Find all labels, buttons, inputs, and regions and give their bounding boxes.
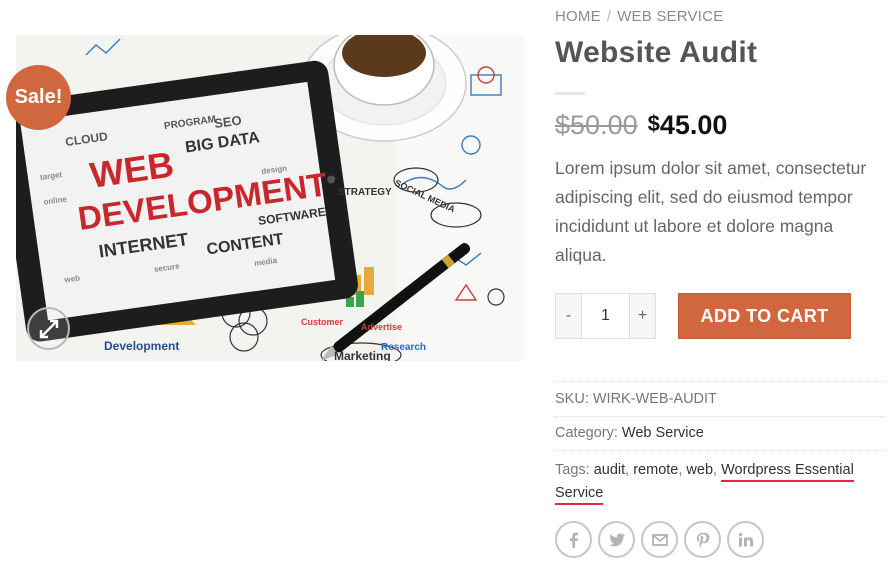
category: Category: Web Service: [555, 425, 704, 441]
product-image-graphic: WEB DEVELOPMENT INTERNET SOFTWARE CONTEN…: [16, 35, 525, 361]
sku-value: WIRK-WEB-AUDIT: [592, 391, 717, 407]
pinterest-icon: [696, 532, 709, 547]
share-email-button[interactable]: [641, 521, 678, 558]
image-word-research: Research: [381, 342, 426, 353]
tag-separator: ,: [678, 462, 683, 478]
product-description: Lorem ipsum dolor sit amet, consectetur …: [555, 158, 867, 265]
meta-divider: [555, 450, 885, 451]
quantity-plus-button[interactable]: +: [630, 294, 655, 338]
product-title: Website Audit: [555, 36, 758, 69]
quantity-minus-button[interactable]: -: [556, 294, 581, 338]
tags-label: Tags:: [555, 462, 590, 478]
add-to-cart-button[interactable]: ADD TO CART: [678, 293, 851, 339]
category-label: Category:: [555, 425, 618, 441]
product-image[interactable]: WEB DEVELOPMENT INTERNET SOFTWARE CONTEN…: [16, 35, 525, 361]
sale-badge: Sale!: [6, 65, 71, 130]
old-price-amount: 50.00: [570, 110, 638, 140]
sale-price-currency: $: [647, 111, 660, 136]
tag-link-web[interactable]: web: [686, 462, 713, 478]
sku-label: SKU:: [555, 391, 589, 407]
sale-price: $45.00: [648, 110, 728, 140]
image-word-advertise: Advertise: [361, 322, 402, 332]
expand-icon: [39, 319, 58, 338]
title-divider: [555, 92, 585, 95]
twitter-icon: [608, 533, 625, 546]
category-link[interactable]: Web Service: [622, 425, 704, 441]
share-icons: [555, 521, 764, 558]
zoom-expand-button[interactable]: [27, 307, 70, 350]
breadcrumb: Home / Web Service: [555, 8, 723, 25]
share-linkedin-button[interactable]: [727, 521, 764, 558]
share-twitter-button[interactable]: [598, 521, 635, 558]
tag-link-service[interactable]: Service: [555, 485, 604, 505]
share-pinterest-button[interactable]: [684, 521, 721, 558]
price: $50.00 $45.00: [555, 110, 727, 141]
share-facebook-button[interactable]: [555, 521, 592, 558]
tag-separator: ,: [625, 462, 630, 478]
quantity-input[interactable]: 1: [581, 294, 630, 338]
old-price: $50.00: [555, 110, 638, 140]
breadcrumb-category-link[interactable]: Web Service: [617, 8, 723, 25]
quantity-stepper: - 1 +: [555, 293, 656, 339]
linkedin-icon: [738, 532, 753, 546]
image-word-strategy: STRATEGY: [338, 187, 392, 198]
breadcrumb-separator: /: [606, 8, 612, 25]
facebook-icon: [569, 532, 578, 548]
meta-divider: [555, 381, 885, 382]
image-word-customer: Customer: [301, 317, 344, 327]
breadcrumb-home-link[interactable]: Home: [555, 8, 601, 25]
image-word-development-label: Development: [104, 339, 179, 353]
tag-link-remote[interactable]: remote: [633, 462, 678, 478]
meta-divider: [555, 416, 885, 417]
sku: SKU: WIRK-WEB-AUDIT: [555, 391, 717, 407]
tag-separator: ,: [713, 462, 718, 478]
tag-link-audit[interactable]: audit: [594, 462, 625, 478]
tags: Tags: audit, remote, web, Wordpress Esse…: [555, 459, 854, 505]
email-icon: [651, 533, 668, 546]
sale-price-amount: 45.00: [659, 110, 728, 140]
old-price-currency: $: [555, 110, 571, 140]
tag-link-wordpress-essential[interactable]: Wordpress Essential: [721, 462, 854, 482]
